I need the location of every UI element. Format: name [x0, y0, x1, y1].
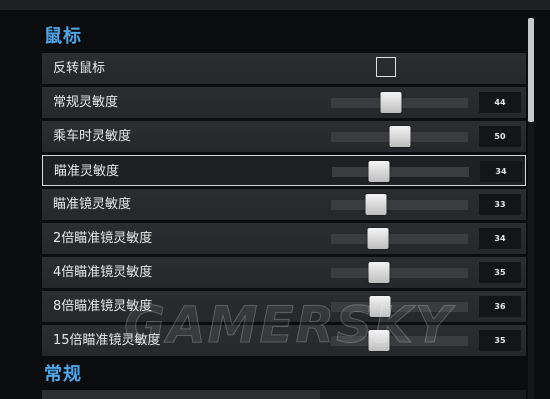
- slider-thumb[interactable]: [368, 262, 390, 283]
- general-row-control: [320, 390, 526, 399]
- setting-row[interactable]: 8倍瞄准镜灵敏度 36: [42, 291, 526, 322]
- scrollbar[interactable]: [528, 18, 534, 399]
- sensitivity-value-input[interactable]: 35: [479, 262, 521, 283]
- setting-label: 15倍瞄准镜灵敏度: [53, 333, 161, 348]
- sensitivity-slider[interactable]: [331, 296, 468, 317]
- setting-row[interactable]: 常规灵敏度 44: [42, 87, 526, 118]
- setting-label: 2倍瞄准镜灵敏度: [53, 231, 153, 246]
- slider-thumb[interactable]: [368, 161, 390, 182]
- sensitivity-slider[interactable]: [331, 262, 468, 283]
- section-title-general: 常规: [44, 364, 82, 385]
- slider-thumb[interactable]: [367, 228, 389, 249]
- setting-row[interactable]: 乘车时灵敏度 50: [42, 121, 526, 152]
- sensitivity-slider[interactable]: [332, 161, 469, 182]
- mouse-settings-list: 反转鼠标常规灵敏度 44 乘车时灵敏度 50 瞄准灵敏度 34 瞄准镜灵敏度 33 2倍瞄准镜灵…: [42, 53, 526, 359]
- sensitivity-value-input[interactable]: 34: [479, 228, 521, 249]
- setting-label: 瞄准镜灵敏度: [53, 197, 132, 212]
- slider-thumb[interactable]: [389, 126, 410, 147]
- setting-label: 8倍瞄准镜灵敏度: [53, 299, 153, 314]
- top-bar: [0, 0, 550, 10]
- setting-label: 4倍瞄准镜灵敏度: [53, 265, 153, 280]
- setting-row[interactable]: 2倍瞄准镜灵敏度 34: [42, 223, 526, 254]
- sensitivity-value-input[interactable]: 50: [479, 126, 521, 147]
- setting-label: 乘车时灵敏度: [53, 129, 132, 144]
- setting-row[interactable]: 瞄准镜灵敏度 33: [42, 189, 526, 220]
- slider-thumb[interactable]: [368, 330, 390, 351]
- sensitivity-value-input[interactable]: 36: [479, 296, 521, 317]
- sensitivity-slider[interactable]: [331, 126, 468, 147]
- sensitivity-slider[interactable]: [331, 194, 468, 215]
- sensitivity-value-input[interactable]: 44: [479, 92, 521, 113]
- sensitivity-slider[interactable]: [331, 92, 468, 113]
- sensitivity-slider[interactable]: [331, 330, 468, 351]
- slider-thumb[interactable]: [369, 296, 391, 317]
- setting-row[interactable]: 15倍瞄准镜灵敏度 35: [42, 325, 526, 356]
- setting-label: 常规灵敏度: [53, 95, 119, 110]
- setting-row[interactable]: 4倍瞄准镜灵敏度 35: [42, 257, 526, 288]
- sensitivity-slider[interactable]: [331, 228, 468, 249]
- general-settings-row[interactable]: [42, 390, 526, 399]
- setting-row[interactable]: 反转鼠标: [42, 53, 526, 84]
- setting-label: 反转鼠标: [53, 61, 106, 76]
- invert-mouse-checkbox[interactable]: [376, 57, 396, 77]
- section-title-mouse: 鼠标: [44, 26, 82, 47]
- slider-thumb[interactable]: [380, 92, 402, 113]
- scrollbar-thumb[interactable]: [528, 18, 534, 122]
- setting-label: 瞄准灵敏度: [54, 164, 120, 179]
- setting-row[interactable]: 瞄准灵敏度 34: [42, 155, 526, 186]
- slider-thumb[interactable]: [365, 194, 387, 215]
- sensitivity-value-input[interactable]: 33: [479, 194, 521, 215]
- sensitivity-value-input[interactable]: 35: [479, 330, 521, 351]
- sensitivity-value-input[interactable]: 34: [480, 161, 522, 182]
